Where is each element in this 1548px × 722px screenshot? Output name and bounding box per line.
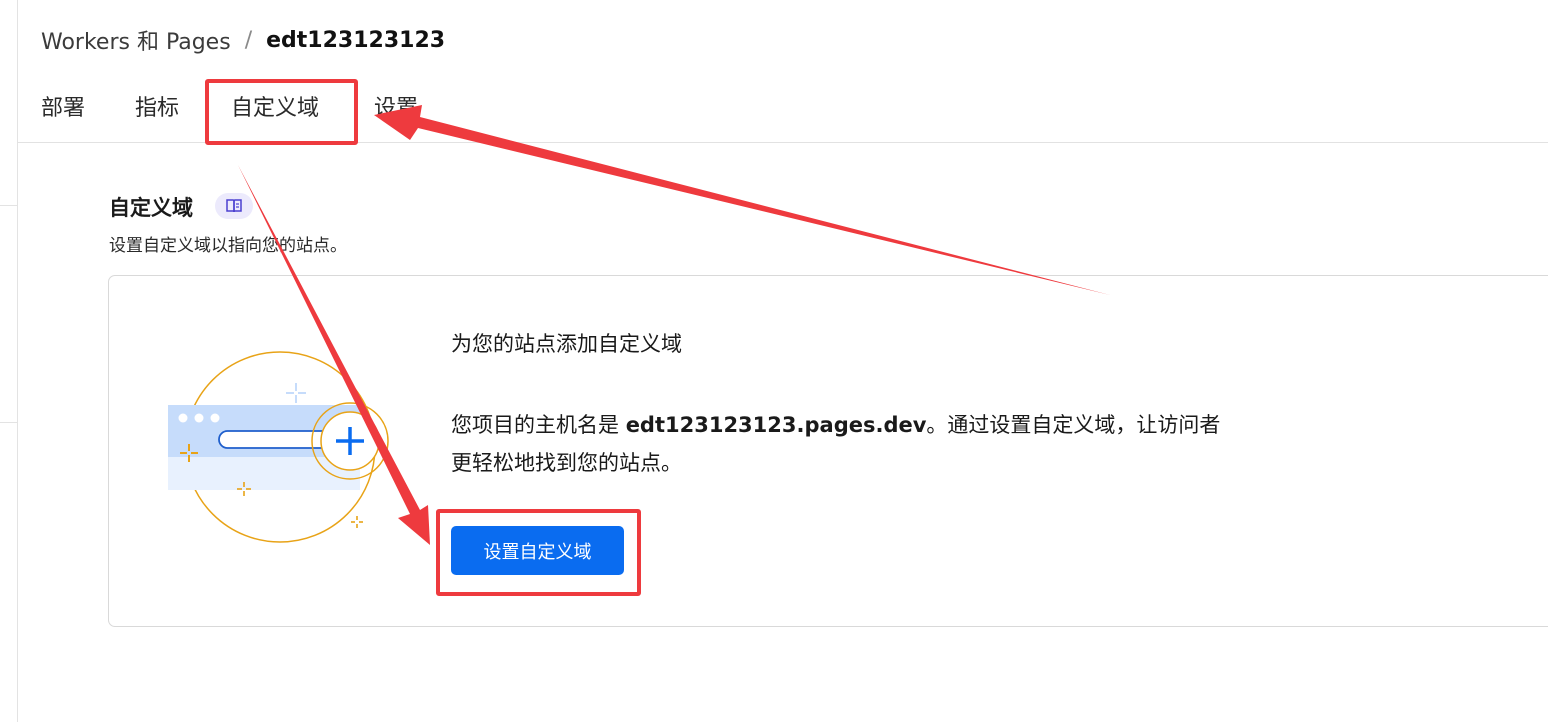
docs-link[interactable] [215, 193, 253, 219]
section-description: 设置自定义域以指向您的站点。 [109, 236, 347, 256]
breadcrumb-separator: / [244, 27, 253, 53]
tab-bar: 部署 指标 自定义域 设置 [17, 80, 1548, 143]
tab-settings[interactable]: 设置 [374, 90, 418, 122]
left-rail [0, 0, 18, 722]
tab-deployments[interactable]: 部署 [41, 90, 85, 122]
book-icon [226, 199, 242, 213]
breadcrumb: Workers 和 Pages / edt123123123 [41, 24, 445, 56]
card-heading: 为您的站点添加自定义域 [451, 332, 682, 356]
breadcrumb-project: edt123123123 [266, 27, 446, 53]
browser-add-domain-illustration [168, 351, 389, 543]
rail-divider [0, 205, 17, 206]
breadcrumb-workers-pages[interactable]: Workers 和 Pages [41, 24, 231, 56]
card-body: 您项目的主机名是 edt123123123.pages.dev。通过设置自定义域… [451, 406, 1241, 482]
set-up-custom-domain-button[interactable]: 设置自定义域 [451, 526, 624, 575]
card-body-prefix: 您项目的主机名是 [451, 413, 626, 437]
tab-metrics[interactable]: 指标 [135, 90, 179, 122]
section-title: 自定义域 [109, 196, 193, 220]
rail-divider [0, 422, 17, 423]
tab-custom-domains[interactable]: 自定义域 [231, 90, 319, 122]
project-hostname: edt123123123.pages.dev [625, 413, 927, 437]
